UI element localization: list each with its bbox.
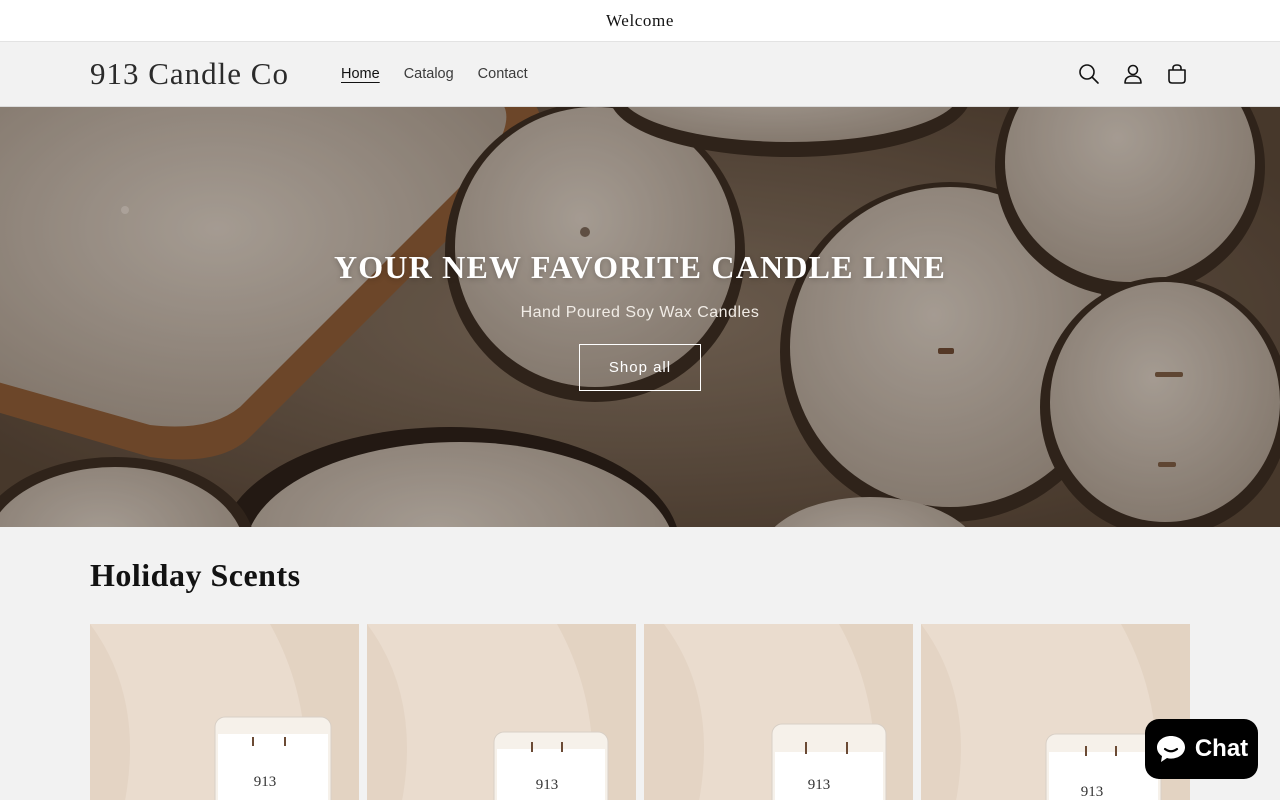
jar-label: 913 — [254, 774, 277, 790]
hero-title: YOUR NEW FAVORITE CANDLE LINE — [333, 249, 947, 285]
announcement-text: Welcome — [606, 10, 674, 30]
nav-contact[interactable]: Contact — [466, 66, 540, 82]
announcement-bar: Welcome — [0, 0, 1280, 42]
product-image: 913 — [90, 624, 359, 800]
shop-all-button[interactable]: Shop all — [579, 344, 701, 391]
site-header: 913 Candle Co Home Catalog Contact — [0, 42, 1280, 107]
account-icon[interactable] — [1120, 61, 1146, 87]
main-nav: Home Catalog Contact — [329, 66, 540, 82]
product-grid: 913 913 913 913 — [90, 624, 1190, 800]
chat-button[interactable]: Chat — [1145, 719, 1258, 779]
search-icon[interactable] — [1076, 61, 1102, 87]
hero-banner: YOUR NEW FAVORITE CANDLE LINE Hand Poure… — [0, 107, 1280, 527]
hero-content: YOUR NEW FAVORITE CANDLE LINE Hand Poure… — [0, 107, 1280, 527]
store-logo[interactable]: 913 Candle Co — [90, 56, 289, 92]
header-icons — [1076, 61, 1190, 87]
product-card[interactable]: 913 — [367, 624, 636, 800]
product-card[interactable]: 913 — [90, 624, 359, 800]
jar-label: 913 — [808, 777, 831, 793]
cart-icon[interactable] — [1164, 61, 1190, 87]
collection-title: Holiday Scents — [90, 557, 301, 593]
featured-collection: Holiday Scents 913 913 913 913 — [0, 527, 1280, 800]
jar-label: 913 — [1081, 784, 1104, 800]
product-card[interactable]: 913 — [644, 624, 913, 800]
hero-subtitle: Hand Poured Soy Wax Candles — [520, 304, 760, 321]
nav-catalog[interactable]: Catalog — [392, 66, 466, 82]
jar-label: 913 — [536, 777, 559, 793]
product-image: 913 — [367, 624, 636, 800]
chat-bubble-icon — [1156, 736, 1185, 762]
nav-home[interactable]: Home — [329, 66, 392, 82]
product-image: 913 — [644, 624, 913, 800]
chat-label: Chat — [1194, 735, 1249, 762]
